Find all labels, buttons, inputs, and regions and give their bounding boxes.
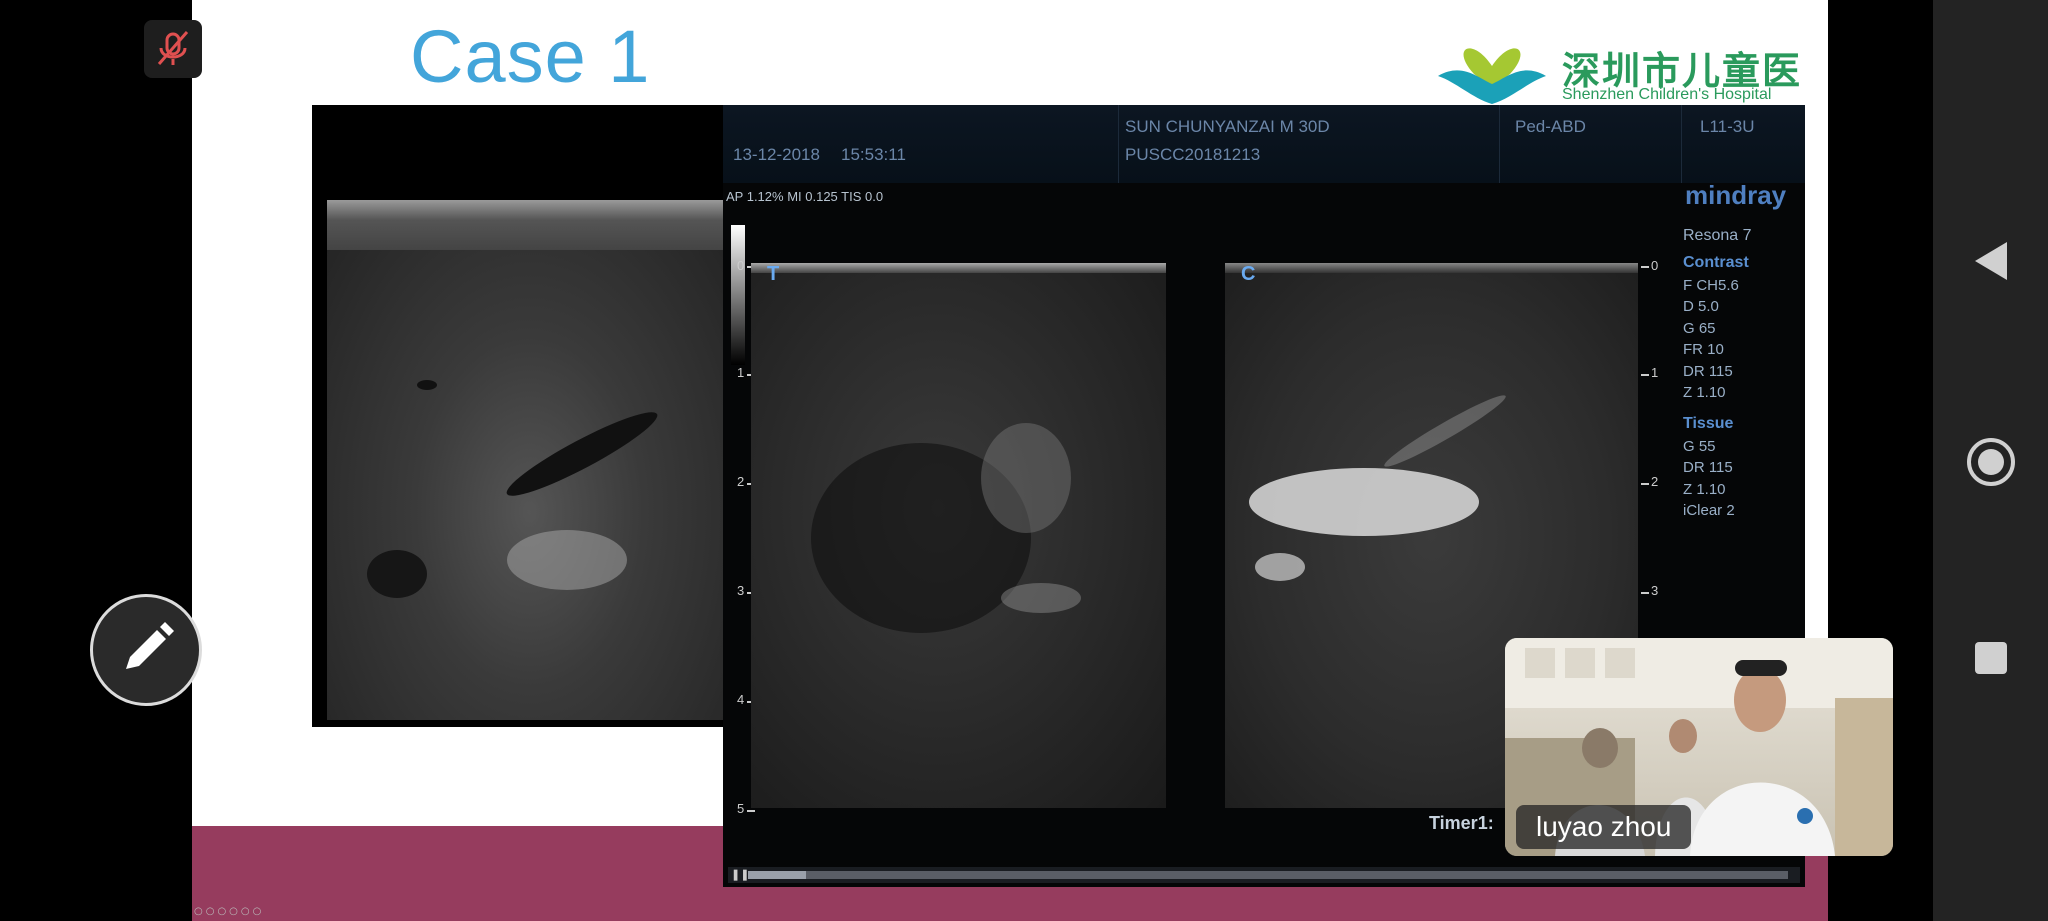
depth-tick-label: 0 (1651, 258, 1659, 273)
echo-region (1001, 583, 1081, 613)
param-row: DR 115 (1683, 362, 1733, 380)
annotate-button[interactable] (90, 594, 202, 706)
pencil-icon (126, 622, 174, 669)
enhancing-vessel (1380, 389, 1510, 473)
param-row: G 65 (1683, 319, 1716, 337)
depth-tick (1641, 592, 1649, 594)
depth-tick-label: 3 (737, 583, 745, 598)
param-row: iClear 2 (1683, 502, 1735, 519)
mic-off-icon (157, 31, 189, 65)
param-row: D 5.0 (1683, 298, 1719, 315)
right-image-marker: C (1241, 263, 1256, 285)
right-depth-scale: 0 1 2 3 (1641, 258, 1659, 598)
imaging-parameters-panel: Resona 7 Contrast F CH5.6 D 5.0 G 65 FR … (1683, 225, 1793, 522)
pause-icon[interactable]: ❚❚ (731, 868, 749, 881)
near-field-band (1225, 263, 1638, 273)
echo-region (981, 423, 1071, 533)
acoustic-power-readout: AP 1.12% MI 0.125 TIS 0.0 (726, 189, 884, 204)
mute-microphone-button[interactable] (144, 20, 202, 78)
param-row: Z 1.10 (1683, 480, 1726, 498)
param-row: G 55 (1683, 437, 1716, 455)
depth-tick-label: 1 (1651, 365, 1659, 380)
scan-time: 15:53:11 (841, 145, 906, 164)
playback-slider[interactable] (748, 871, 1788, 879)
hospital-name-english: Shenzhen Children's Hospital (1562, 86, 1772, 103)
scan-date: 13-12-2018 (733, 145, 820, 164)
static-ultrasound-image (327, 200, 732, 720)
depth-tick-label: 5 (737, 801, 745, 816)
probe-model: L11-3U (1700, 117, 1755, 136)
depth-tick-label: 0 (737, 258, 745, 273)
exam-preset: Ped-ABD (1515, 117, 1586, 136)
system-navigation-bar (1933, 0, 2048, 921)
contrast-heading: Contrast (1683, 253, 1749, 271)
header-divider (1681, 105, 1682, 183)
param-row: FR 10 (1683, 341, 1724, 358)
header-divider (1499, 105, 1500, 183)
left-image-marker: T (767, 263, 780, 285)
slide-toolbar[interactable]: ○○○○○○ (194, 906, 264, 917)
depth-tick (1641, 266, 1649, 268)
depth-tick-label: 3 (1651, 583, 1659, 598)
depth-tick-label: 2 (1651, 474, 1659, 489)
depth-tick (1641, 483, 1649, 485)
recent-apps-icon[interactable] (1973, 640, 2009, 676)
depth-scale: 0 1 2 3 4 5 (731, 258, 755, 816)
header-divider (1118, 105, 1119, 183)
param-row: Z 1.10 (1683, 384, 1726, 401)
playback-progress-fill (748, 871, 806, 879)
depth-tick-label: 2 (737, 474, 745, 489)
brand-logo: mindray (1685, 180, 1787, 210)
patient-id: PUSCC20181213 (1125, 145, 1261, 164)
hospital-logo-icon (1438, 48, 1546, 104)
param-row: F CH5.6 (1683, 276, 1739, 294)
near-field-band (751, 263, 1166, 273)
depth-tick (1641, 374, 1649, 376)
tissue-image (751, 263, 1166, 808)
ultrasound-header: 13-12-2018 15:53:11 SUN CHUNYANZAI M 30D… (723, 105, 1805, 183)
participant-name-label: luyao zhou (1516, 805, 1692, 849)
timer-label: Timer1: (1429, 813, 1494, 833)
param-row: DR 115 (1683, 459, 1733, 476)
enhancing-lesion (1255, 553, 1305, 581)
back-icon[interactable] (1973, 240, 2009, 282)
depth-tick-label: 1 (737, 365, 745, 380)
enhancing-lesion (1249, 468, 1479, 536)
depth-tick-label: 4 (737, 692, 745, 707)
patient-name: SUN CHUNYANZAI M 30D (1125, 117, 1330, 136)
depth-tick (747, 810, 755, 812)
home-icon[interactable] (1965, 436, 2017, 488)
device-model: Resona 7 (1683, 227, 1752, 244)
tissue-heading: Tissue (1683, 414, 1734, 432)
slide-title: Case 1 (410, 15, 651, 98)
